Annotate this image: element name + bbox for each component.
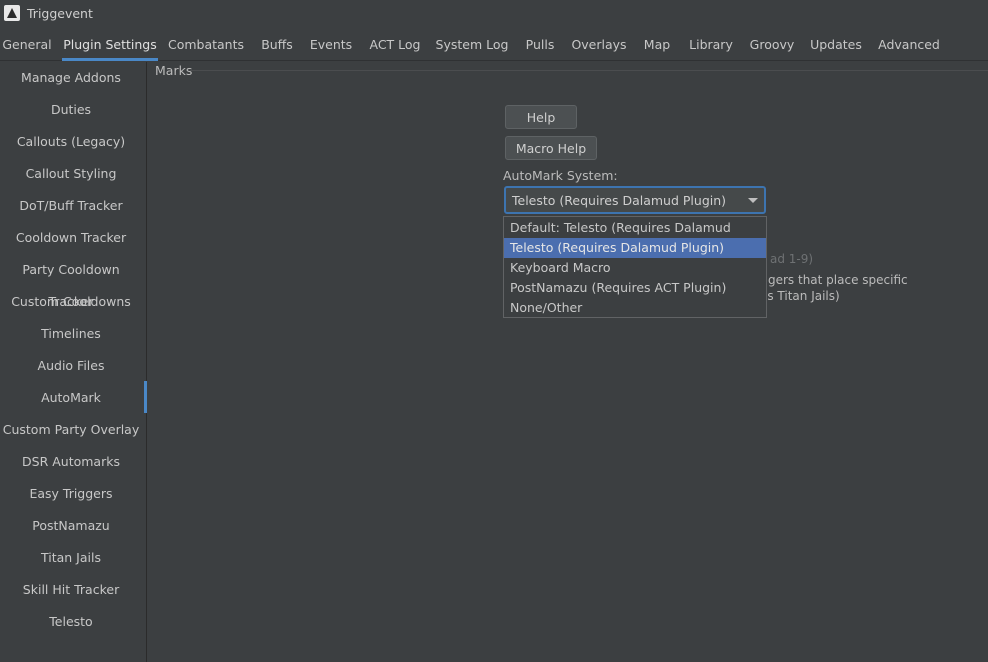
tab-combatants[interactable]: Combatants bbox=[167, 30, 245, 60]
title-bar: Triggevent bbox=[0, 0, 988, 28]
dropdown-option-telesto[interactable]: Telesto (Requires Dalamud Plugin) bbox=[504, 238, 766, 258]
automark-dropdown-list: Default: Telesto (Requires Dalamud Plugi… bbox=[503, 216, 767, 318]
dropdown-option-default-telesto[interactable]: Default: Telesto (Requires Dalamud Plugi… bbox=[504, 218, 766, 255]
sidebar-item-timelines[interactable]: Timelines bbox=[0, 318, 142, 350]
macro-help-button[interactable]: Macro Help bbox=[505, 136, 597, 160]
sidebar-item-automark[interactable]: AutoMark bbox=[0, 382, 142, 414]
tab-updates[interactable]: Updates bbox=[808, 30, 864, 60]
sidebar-item-easy-triggers[interactable]: Easy Triggers bbox=[0, 478, 142, 510]
group-title: Marks bbox=[155, 63, 193, 78]
help-button[interactable]: Help bbox=[505, 105, 577, 129]
tab-events[interactable]: Events bbox=[307, 30, 355, 60]
tab-buffs[interactable]: Buffs bbox=[256, 30, 298, 60]
sidebar-item-postnamazu[interactable]: PostNamazu bbox=[0, 510, 142, 542]
dropdown-option-none-other[interactable]: None/Other bbox=[504, 298, 766, 318]
obscured-text-2: gers that place specific bbox=[768, 273, 908, 287]
select-value: Telesto (Requires Dalamud Plugin) bbox=[512, 193, 727, 208]
sidebar-item-titan-jails[interactable]: Titan Jails bbox=[0, 542, 142, 574]
sidebar-item-skill-hit-tracker[interactable]: Skill Hit Tracker bbox=[0, 574, 142, 606]
sidebar-item-telesto[interactable]: Telesto bbox=[0, 606, 142, 638]
tab-overlays[interactable]: Overlays bbox=[570, 30, 628, 60]
tab-groovy[interactable]: Groovy bbox=[746, 30, 798, 60]
tab-map[interactable]: Map bbox=[638, 30, 676, 60]
tab-general[interactable]: General bbox=[0, 30, 54, 60]
sidebar-item-manage-addons[interactable]: Manage Addons bbox=[0, 62, 142, 94]
sidebar-item-cooldown-tracker[interactable]: Cooldown Tracker bbox=[0, 222, 142, 254]
tab-act-log[interactable]: ACT Log bbox=[366, 30, 424, 60]
sidebar-item-callouts-legacy[interactable]: Callouts (Legacy) bbox=[0, 126, 142, 158]
sidebar-active-indicator bbox=[144, 381, 147, 413]
automark-system-label: AutoMark System: bbox=[503, 168, 618, 183]
dropdown-option-keyboard-macro[interactable]: Keyboard Macro bbox=[504, 258, 766, 278]
tab-system-log[interactable]: System Log bbox=[434, 30, 510, 60]
app-logo-icon bbox=[4, 5, 20, 21]
sidebar-item-duties[interactable]: Duties bbox=[0, 94, 142, 126]
group-divider bbox=[190, 70, 988, 71]
dropdown-option-postnamazu[interactable]: PostNamazu (Requires ACT Plugin) bbox=[504, 278, 766, 298]
sidebar-item-audio-files[interactable]: Audio Files bbox=[0, 350, 142, 382]
tab-library[interactable]: Library bbox=[686, 30, 736, 60]
tab-pulls[interactable]: Pulls bbox=[520, 30, 560, 60]
sidebar-item-party-cooldown-tracker[interactable]: Party Cooldown Tracker bbox=[0, 254, 142, 309]
automark-system-select[interactable]: Telesto (Requires Dalamud Plugin) bbox=[504, 186, 766, 214]
main-tab-bar: General Plugin Settings Combatants Buffs… bbox=[0, 30, 988, 61]
settings-panel: Marks Help Macro Help AutoMark System: T… bbox=[148, 62, 988, 662]
sidebar-item-custom-party-overlay[interactable]: Custom Party Overlay bbox=[0, 414, 142, 446]
tab-plugin-settings[interactable]: Plugin Settings bbox=[62, 30, 158, 61]
sidebar-item-custom-cooldowns[interactable]: Custom Cooldowns bbox=[0, 286, 142, 318]
tab-advanced[interactable]: Advanced bbox=[874, 30, 944, 60]
sidebar-item-callout-styling[interactable]: Callout Styling bbox=[0, 158, 142, 190]
obscured-text-3: as Titan Jails) bbox=[760, 289, 840, 303]
chevron-down-icon bbox=[748, 198, 758, 203]
app-title: Triggevent bbox=[27, 6, 93, 21]
sidebar-item-dsr-automarks[interactable]: DSR Automarks bbox=[0, 446, 142, 478]
sidebar-item-dot-buff-tracker[interactable]: DoT/Buff Tracker bbox=[0, 190, 142, 222]
obscured-text-1: ad 1-9) bbox=[770, 252, 814, 266]
plugin-sidebar: Manage Addons Duties Callouts (Legacy) C… bbox=[0, 62, 147, 662]
